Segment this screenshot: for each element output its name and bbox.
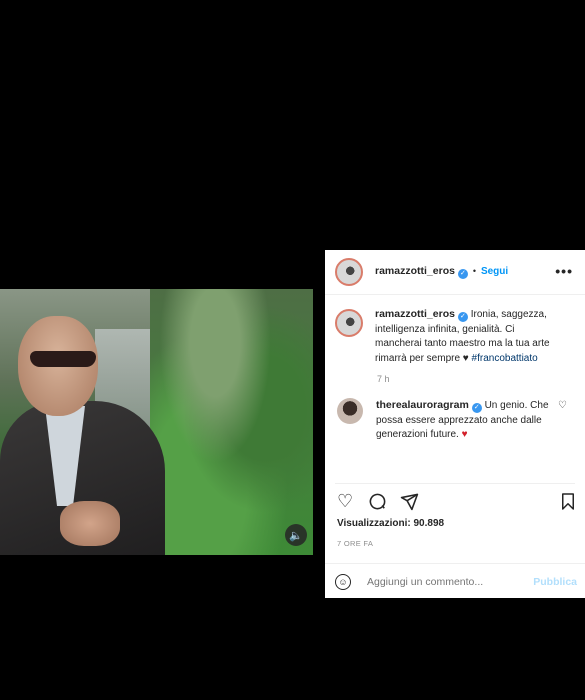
caption-body: ramazzotti_eros ✓ Ironia, saggezza, intel…	[375, 307, 555, 366]
commenter-avatar[interactable]	[337, 398, 363, 424]
comment-like-icon[interactable]: ♡	[558, 400, 567, 411]
author-username[interactable]: ramazzotti_eros	[375, 265, 455, 277]
video-person	[0, 311, 170, 555]
comment-item: therealauroragram ✓ Un genio. Che possa e…	[325, 384, 585, 443]
share-icon[interactable]	[400, 492, 419, 514]
separator-dot: •	[472, 266, 477, 276]
commenter-username[interactable]: therealauroragram	[376, 399, 469, 411]
comment-body: therealauroragram ✓ Un genio. Che possa e…	[376, 398, 556, 443]
hashtag-link[interactable]: #francobattiato	[472, 353, 538, 364]
video-background-trees	[150, 289, 313, 555]
post-header: ramazzotti_eros ✓ • Segui •••	[325, 250, 585, 295]
more-options-icon[interactable]: •••	[555, 263, 573, 279]
save-bookmark-icon[interactable]	[559, 492, 577, 514]
person-hands	[60, 501, 120, 546]
video-player[interactable]: 🔈	[0, 289, 313, 555]
comment-input[interactable]	[365, 574, 519, 589]
header-text: ramazzotti_eros ✓ • Segui	[375, 265, 508, 279]
sound-toggle-button[interactable]: 🔈	[285, 524, 307, 546]
verified-icon: ✓	[471, 403, 482, 413]
follow-button[interactable]: Segui	[481, 266, 508, 277]
post-caption: ramazzotti_eros ✓ Ironia, saggezza, intel…	[325, 295, 585, 366]
publish-button[interactable]: Pubblica	[533, 576, 577, 588]
action-bar: ♡	[335, 483, 575, 514]
add-comment-bar: ☺ Pubblica	[325, 563, 585, 599]
verified-icon: ✓	[457, 269, 468, 279]
author-avatar[interactable]	[335, 258, 363, 286]
emoji-icon[interactable]: ☺	[335, 573, 351, 590]
posted-time[interactable]: 7 ORE FA	[337, 539, 373, 548]
red-heart-emoji: ♥	[461, 429, 468, 440]
caption-time: 7 h	[377, 374, 390, 384]
like-icon[interactable]: ♡	[337, 492, 353, 510]
verified-icon: ✓	[457, 312, 468, 322]
person-glasses	[30, 351, 96, 367]
caption-author-avatar[interactable]	[335, 309, 363, 337]
speaker-icon: 🔈	[289, 529, 303, 542]
caption-username[interactable]: ramazzotti_eros	[375, 308, 455, 320]
post-panel: ramazzotti_eros ✓ • Segui ••• ramazzotti_…	[325, 250, 585, 598]
comment-icon[interactable]	[368, 492, 387, 514]
views-count[interactable]: Visualizzazioni: 90.898	[337, 518, 444, 529]
